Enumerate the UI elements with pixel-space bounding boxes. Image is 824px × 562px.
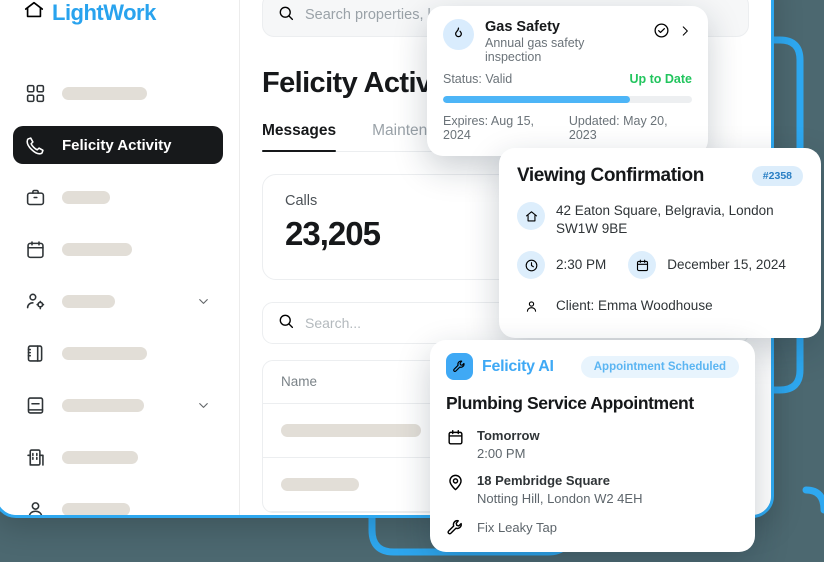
updated-date: Updated: May 20, 2023 (568, 114, 668, 142)
gas-safety-status: Status: Valid (443, 72, 513, 86)
screenshot-stage: LightWork Felicity Activity Search prope… (0, 0, 824, 562)
viewing-date: December 15, 2024 (628, 251, 786, 280)
viewing-address: 42 Eaton Square, Belgravia, London SW1W … (556, 203, 774, 237)
sidebar-item-profile[interactable] (13, 490, 223, 515)
viewing-time-date-row: 2:30 PM December 15, 2024 (517, 251, 803, 280)
felicity-day: Tomorrow (477, 428, 540, 443)
sidebar-item-label-placeholder (62, 346, 147, 360)
sidebar-item-documents[interactable] (13, 386, 223, 424)
map-pin-icon (446, 473, 465, 492)
home-icon (517, 202, 545, 230)
sidebar-nav: Felicity Activity (13, 74, 223, 515)
viewing-header: Viewing Confirmation #2358 (517, 165, 803, 187)
column-header-name[interactable]: Name (281, 374, 317, 389)
building-icon (25, 447, 46, 468)
cell-placeholder (281, 478, 359, 491)
phone-icon (25, 135, 46, 156)
felicity-brand: Felicity AI (482, 357, 554, 375)
sidebar-item-label: Felicity Activity (62, 136, 172, 154)
calendar-icon (446, 428, 465, 447)
viewing-client: Client: Emma Woodhouse (556, 298, 713, 314)
expires-date: Expires: Aug 15, 2024 (443, 114, 535, 142)
check-circle-icon (653, 22, 670, 44)
viewing-date-text: December 15, 2024 (667, 257, 786, 273)
viewing-time-text: 2:30 PM (556, 257, 607, 273)
felicity-row-schedule: Tomorrow 2:00 PM (446, 427, 739, 461)
felicity-title: Plumbing Service Appointment (446, 393, 694, 413)
felicity-time: 2:00 PM (477, 446, 526, 461)
search-icon (277, 4, 295, 27)
gas-safety-subtitle: Annual gas safety inspection (485, 36, 585, 64)
felicity-task: Fix Leaky Tap (477, 519, 557, 535)
viewing-title: Viewing Confirmation (517, 165, 704, 186)
gas-safety-footer: Expires: Aug 15, 2024 Updated: May 20, 2… (443, 114, 692, 142)
viewing-confirmation-card[interactable]: Viewing Confirmation #2358 42 Eaton Squa… (499, 148, 821, 339)
felicity-ai-card[interactable]: Felicity AI Appointment Scheduled Plumbi… (430, 340, 755, 552)
viewing-address-row: 42 Eaton Square, Belgravia, London SW1W … (517, 202, 803, 238)
felicity-address-line2: Notting Hill, London W2 4EH (477, 491, 643, 506)
progress-bar-track (443, 96, 692, 103)
flame-icon (443, 19, 474, 50)
sidebar-item-label-placeholder (62, 450, 138, 464)
gas-safety-status-row: Status: Valid Up to Date (443, 72, 692, 86)
home-outline-icon (23, 0, 45, 26)
felicity-address-line1: 18 Pembridge Square (477, 473, 610, 488)
sidebar-item-calendar[interactable] (13, 230, 223, 268)
felicity-row-location: 18 Pembridge Square Notting Hill, London… (446, 472, 739, 506)
wrench-icon (446, 353, 473, 380)
brand-logo[interactable]: LightWork (13, 0, 223, 26)
sidebar-item-label-placeholder (62, 502, 130, 515)
felicity-row-task: Fix Leaky Tap (446, 517, 739, 537)
tab-messages[interactable]: Messages (262, 122, 337, 152)
chevron-down-icon[interactable] (196, 294, 211, 309)
gas-safety-card[interactable]: Gas Safety Annual gas safety inspection … (427, 6, 708, 156)
sidebar-item-notebook[interactable] (13, 334, 223, 372)
sidebar-item-label-placeholder (62, 398, 144, 412)
sidebar-item-dashboard[interactable] (13, 74, 223, 112)
book-icon (25, 395, 46, 416)
sidebar-item-felicity-activity[interactable]: Felicity Activity (13, 126, 223, 164)
sidebar-item-contacts[interactable] (13, 282, 223, 320)
sidebar-item-properties[interactable] (13, 438, 223, 476)
brand-name: LightWork (52, 0, 156, 25)
user-settings-icon (25, 291, 46, 312)
cell-placeholder (281, 424, 421, 437)
chevron-right-icon[interactable] (678, 24, 692, 43)
sidebar-item-jobs[interactable] (13, 178, 223, 216)
appointment-status-badge: Appointment Scheduled (580, 355, 739, 378)
calendar-icon (25, 239, 46, 260)
user-icon (25, 499, 46, 515)
notebook-icon (25, 343, 46, 364)
chevron-down-icon[interactable] (196, 398, 211, 413)
grid-icon (25, 83, 46, 104)
search-icon (277, 312, 295, 335)
briefcase-icon (25, 187, 46, 208)
status-badge: Up to Date (629, 72, 693, 86)
sidebar-item-label-placeholder (62, 86, 147, 100)
clock-icon (517, 251, 545, 280)
sidebar: LightWork Felicity Activity (0, 0, 240, 515)
sidebar-item-label-placeholder (62, 242, 132, 256)
felicity-header: Felicity AI Appointment Scheduled (446, 353, 739, 380)
calendar-icon (628, 251, 657, 280)
viewing-client-row: Client: Emma Woodhouse (517, 292, 803, 320)
gas-safety-title: Gas Safety (485, 19, 560, 35)
sidebar-item-label-placeholder (62, 294, 115, 308)
sidebar-item-label-placeholder (62, 190, 110, 204)
reference-badge: #2358 (751, 166, 803, 186)
gas-safety-header: Gas Safety Annual gas safety inspection (443, 19, 692, 64)
gas-safety-actions (653, 19, 692, 44)
user-icon (517, 292, 545, 320)
progress-bar-fill (443, 96, 630, 103)
wrench-icon (446, 518, 465, 537)
viewing-time: 2:30 PM (517, 251, 607, 280)
